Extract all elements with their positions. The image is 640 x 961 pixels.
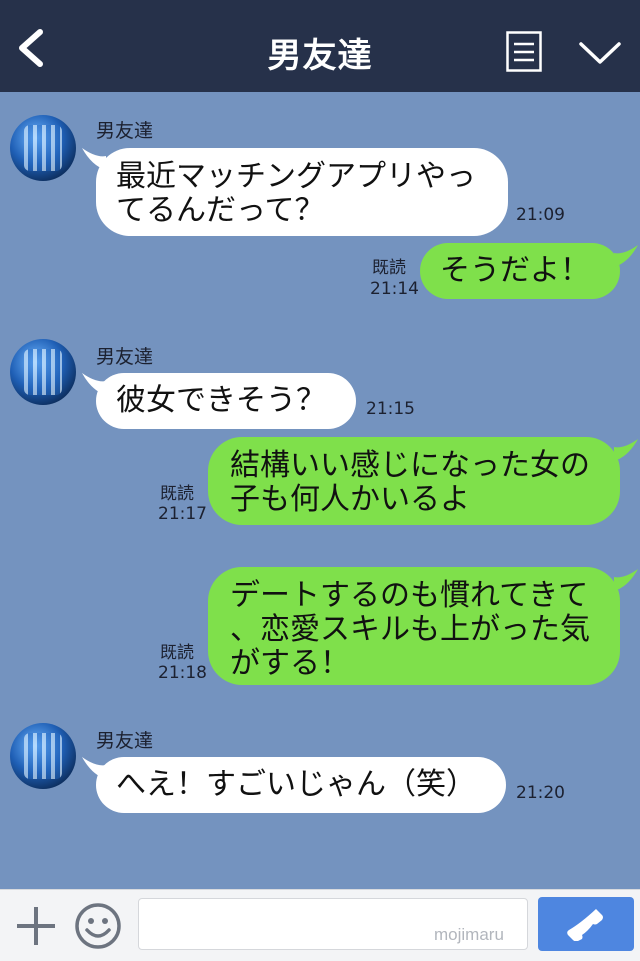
message-time: 21:20 — [516, 783, 565, 803]
message-time: 21:09 — [516, 205, 565, 225]
read-receipt: 既読 — [160, 643, 194, 663]
message-bubble[interactable]: デートするのも慣れてきて 、恋愛スキルも上がった気 がする！ — [208, 567, 620, 685]
message-text: 最近マッチングアプリやっ てるんだって？ — [116, 159, 476, 228]
avatar[interactable] — [10, 115, 76, 181]
message-list[interactable]: 男友達 最近マッチングアプリやっ てるんだって？ 21:09 既読 21:14 … — [0, 92, 640, 889]
watermark: mojimaru — [434, 925, 504, 944]
sender-name: 男友達 — [96, 120, 154, 142]
sender-name: 男友達 — [96, 730, 154, 752]
read-receipt: 既読 — [160, 484, 194, 504]
chevron-down-icon[interactable] — [578, 40, 622, 66]
smile-icon[interactable] — [74, 902, 122, 950]
message-bubble[interactable]: 彼女できそう？ — [96, 373, 356, 429]
read-receipt: 既読 — [372, 258, 406, 278]
message-bubble[interactable]: へえ！すごいじゃん（笑） — [96, 757, 506, 813]
phone-icon — [567, 909, 603, 941]
message-time: 21:15 — [366, 399, 415, 419]
avatar[interactable] — [10, 339, 76, 405]
message-text: 結構いい感じになった女の 子も何人かいるよ — [230, 448, 590, 517]
message-time: 21:17 — [158, 504, 207, 524]
plus-icon[interactable] — [14, 904, 58, 948]
call-button[interactable] — [538, 897, 634, 951]
chat-header: 男友達 — [0, 0, 640, 92]
message-time: 21:18 — [158, 663, 207, 683]
notes-icon[interactable] — [506, 31, 542, 72]
message-text: デートするのも慣れてきて 、恋愛スキルも上がった気 がする！ — [230, 578, 590, 681]
message-bubble[interactable]: 最近マッチングアプリやっ てるんだって？ — [96, 148, 508, 236]
bubble-tail — [614, 245, 638, 267]
message-text: へえ！すごいじゃん（笑） — [116, 767, 476, 802]
bubble-tail — [614, 569, 638, 591]
message-text: 彼女できそう？ — [116, 383, 326, 418]
message-text: そうだよ！ — [440, 253, 590, 288]
message-bubble[interactable]: 結構いい感じになった女の 子も何人かいるよ — [208, 437, 620, 525]
message-bubble[interactable]: そうだよ！ — [420, 243, 620, 299]
bubble-tail — [614, 439, 638, 461]
message-time: 21:14 — [370, 279, 419, 299]
chat-title: 男友達 — [267, 36, 373, 76]
avatar[interactable] — [10, 723, 76, 789]
sender-name: 男友達 — [96, 346, 154, 368]
